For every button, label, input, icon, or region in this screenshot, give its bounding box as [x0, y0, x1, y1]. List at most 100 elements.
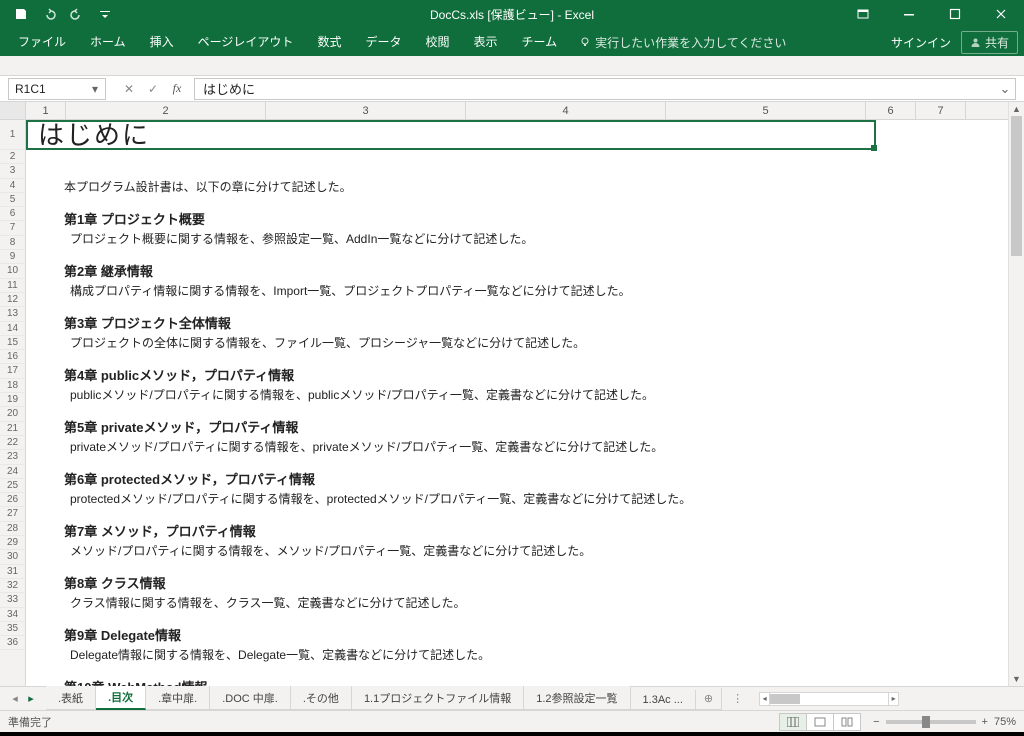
row-header[interactable]: 35: [0, 622, 25, 636]
scroll-up-arrow-icon[interactable]: ▲: [1009, 102, 1024, 116]
tab-page-layout[interactable]: ページレイアウト: [186, 27, 306, 57]
column-header[interactable]: 6: [866, 102, 916, 119]
vertical-scrollbar[interactable]: ▲ ▼: [1008, 102, 1024, 686]
horizontal-scrollbar[interactable]: ◂ ▸: [759, 692, 899, 706]
sheet-tab[interactable]: .その他: [291, 686, 352, 710]
zoom-out-button[interactable]: −: [873, 716, 879, 728]
zoom-slider[interactable]: [886, 720, 976, 724]
qat-customize-button[interactable]: [92, 2, 118, 26]
redo-button[interactable]: [64, 2, 90, 26]
row-header[interactable]: 15: [0, 336, 25, 350]
page-layout-view-button[interactable]: [806, 713, 834, 731]
sheet-tab[interactable]: .目次: [96, 685, 146, 710]
row-header[interactable]: 20: [0, 407, 25, 421]
tab-file[interactable]: ファイル: [6, 27, 78, 57]
row-header[interactable]: 32: [0, 579, 25, 593]
next-sheet-button[interactable]: ▸: [24, 692, 38, 705]
row-header[interactable]: 26: [0, 493, 25, 507]
row-header[interactable]: 24: [0, 465, 25, 479]
row-header[interactable]: 10: [0, 264, 25, 278]
scroll-left-arrow-icon[interactable]: ◂: [760, 693, 770, 705]
tab-formulas[interactable]: 数式: [305, 27, 353, 57]
enter-formula-button[interactable]: ✓: [142, 78, 164, 100]
first-sheet-button[interactable]: ◂: [8, 692, 22, 705]
row-header[interactable]: 5: [0, 193, 25, 207]
sheet-cells[interactable]: はじめに 本プログラム設計書は、以下の章に分けて記述した。 第1章 プロジェクト…: [26, 120, 1024, 686]
tab-data[interactable]: データ: [353, 27, 413, 57]
scroll-right-arrow-icon[interactable]: ▸: [888, 693, 898, 705]
scrollbar-thumb[interactable]: [1011, 116, 1022, 256]
row-header[interactable]: 6: [0, 207, 25, 221]
column-header[interactable]: 1: [26, 102, 66, 119]
row-header[interactable]: 2: [0, 150, 25, 164]
tab-home[interactable]: ホーム: [78, 27, 138, 57]
scrollbar-thumb[interactable]: [770, 694, 800, 704]
row-header[interactable]: 13: [0, 307, 25, 321]
sheet-tab[interactable]: 1.1プロジェクトファイル情報: [352, 686, 524, 710]
insert-function-button[interactable]: fx: [166, 78, 188, 100]
row-header[interactable]: 34: [0, 608, 25, 622]
row-header[interactable]: 17: [0, 364, 25, 378]
chevron-down-icon[interactable]: ▾: [87, 81, 103, 97]
add-sheet-button[interactable]: ⊕: [696, 688, 722, 710]
tab-review[interactable]: 校閲: [413, 27, 461, 57]
share-button[interactable]: 共有: [961, 31, 1018, 54]
row-header[interactable]: 25: [0, 479, 25, 493]
column-header[interactable]: 7: [916, 102, 966, 119]
zoom-in-button[interactable]: +: [982, 716, 988, 728]
row-header[interactable]: 16: [0, 350, 25, 364]
row-header[interactable]: 30: [0, 550, 25, 564]
expand-formula-bar-button[interactable]: ⌄: [997, 81, 1013, 97]
row-header[interactable]: 36: [0, 636, 25, 650]
sign-in-link[interactable]: サインイン: [891, 34, 951, 51]
row-header[interactable]: 31: [0, 565, 25, 579]
select-all-corner[interactable]: [0, 102, 26, 119]
sheet-tab[interactable]: 1.2参照設定一覧: [524, 686, 630, 710]
row-header[interactable]: 14: [0, 322, 25, 336]
row-header[interactable]: 28: [0, 522, 25, 536]
row-header[interactable]: 18: [0, 379, 25, 393]
sheet-tabs-more-button[interactable]: ⋮: [722, 692, 753, 705]
sheet-tab[interactable]: 1.3Ac ...: [631, 690, 696, 710]
row-header[interactable]: 19: [0, 393, 25, 407]
undo-button[interactable]: [36, 2, 62, 26]
column-header[interactable]: 2: [66, 102, 266, 119]
row-header[interactable]: 4: [0, 179, 25, 193]
sheet-tab[interactable]: .表紙: [46, 686, 96, 710]
tab-team[interactable]: チーム: [510, 27, 570, 57]
scroll-down-arrow-icon[interactable]: ▼: [1009, 672, 1024, 686]
row-header[interactable]: 7: [0, 221, 25, 235]
cancel-formula-button[interactable]: ✕: [118, 78, 140, 100]
column-header[interactable]: 4: [466, 102, 666, 119]
row-header[interactable]: 21: [0, 422, 25, 436]
close-button[interactable]: [978, 0, 1024, 28]
zoom-level[interactable]: 75%: [994, 716, 1016, 728]
row-header[interactable]: 8: [0, 236, 25, 250]
row-header[interactable]: 22: [0, 436, 25, 450]
tell-me-search[interactable]: 実行したい作業を入力してください: [569, 34, 796, 51]
zoom-slider-thumb[interactable]: [922, 716, 930, 728]
row-header[interactable]: 11: [0, 279, 25, 293]
sheet-tab[interactable]: .章中扉.: [146, 686, 210, 710]
ribbon-display-options-button[interactable]: [840, 0, 886, 28]
row-header[interactable]: 9: [0, 250, 25, 264]
row-header[interactable]: 12: [0, 293, 25, 307]
minimize-button[interactable]: [886, 0, 932, 28]
row-header[interactable]: 27: [0, 507, 25, 521]
maximize-button[interactable]: [932, 0, 978, 28]
tab-view[interactable]: 表示: [461, 27, 509, 57]
normal-view-button[interactable]: [779, 713, 807, 731]
row-header[interactable]: 3: [0, 164, 25, 178]
sheet-tab[interactable]: .DOC 中扉.: [210, 686, 291, 710]
tab-insert[interactable]: 挿入: [138, 27, 186, 57]
formula-input[interactable]: はじめに ⌄: [194, 78, 1016, 100]
column-header[interactable]: 5: [666, 102, 866, 119]
save-button[interactable]: [8, 2, 34, 26]
column-header[interactable]: 3: [266, 102, 466, 119]
row-header[interactable]: 29: [0, 536, 25, 550]
row-header[interactable]: 1: [0, 120, 25, 150]
page-break-view-button[interactable]: [833, 713, 861, 731]
row-header[interactable]: 23: [0, 450, 25, 464]
row-header[interactable]: 33: [0, 593, 25, 607]
name-box[interactable]: R1C1 ▾: [8, 78, 106, 100]
